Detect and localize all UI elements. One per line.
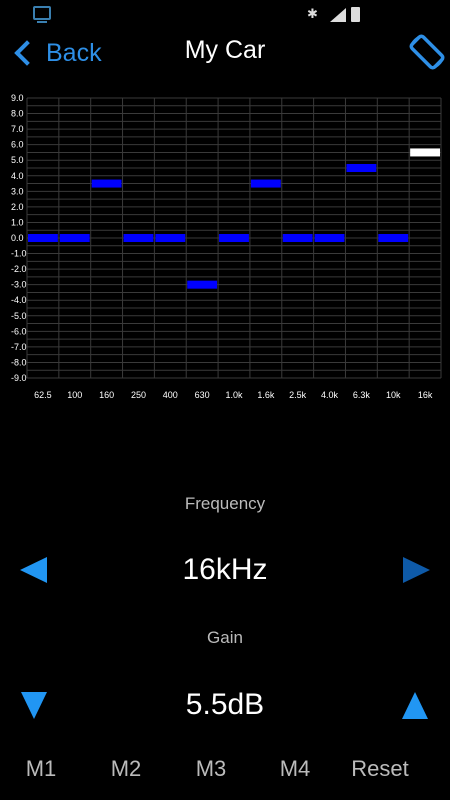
preset-m3-button[interactable]: M3	[176, 756, 246, 782]
y-tick-label: -3.0	[11, 280, 27, 290]
gain-value: 5.5dB	[185, 688, 265, 721]
y-tick-label: 8.0	[11, 109, 24, 119]
x-tick-label: 6.3k	[353, 390, 371, 400]
y-tick-label: 3.0	[11, 186, 24, 196]
y-tick-label: -1.0	[11, 249, 27, 259]
y-tick-label: -6.0	[11, 326, 27, 336]
monitor-icon	[33, 6, 51, 23]
eq-chart[interactable]: 9.0 8.0 7.0 6.0 5.0 4.0 3.0 2.0 1.0 0.0 -1.0 -2.0 -3…	[0, 76, 450, 410]
x-tick-label: 4.0k	[321, 390, 339, 400]
bluetooth-icon: ✱	[307, 6, 318, 21]
y-tick-label: 6.0	[11, 140, 24, 150]
eq-band-bar[interactable]	[59, 234, 90, 242]
y-tick-label: -5.0	[11, 311, 27, 321]
frequency-value: 16kHz	[182, 553, 268, 586]
reset-button[interactable]: Reset	[345, 756, 415, 782]
y-tick-label: 1.0	[11, 217, 24, 227]
eq-band-bar[interactable]	[28, 234, 58, 242]
page-title: My Car	[184, 36, 266, 64]
x-tick-label: 100	[67, 390, 82, 400]
eq-band-bar[interactable]	[250, 179, 281, 188]
y-tick-label: -8.0	[11, 357, 27, 367]
eq-band-bar[interactable]	[410, 148, 440, 157]
y-tick-label: 2.0	[11, 202, 24, 212]
preset-m2-button[interactable]: M2	[91, 756, 161, 782]
signal-icon	[330, 8, 346, 22]
x-tick-label: 400	[163, 390, 178, 400]
frequency-increase-button[interactable]	[403, 557, 430, 583]
x-tick-label: 2.5k	[289, 390, 307, 400]
y-tick-label: 7.0	[11, 124, 24, 134]
y-tick-label: 9.0	[11, 93, 24, 103]
y-tick-label: -2.0	[11, 264, 27, 274]
preset-m1-button[interactable]: M1	[6, 756, 76, 782]
y-tick-label: 4.0	[11, 171, 24, 181]
x-tick-label: 1.0k	[225, 390, 243, 400]
eq-band-bar[interactable]	[219, 234, 249, 242]
preset-bar: M1 M2 M3 M4 Reset	[0, 756, 450, 792]
x-tick-label: 630	[195, 390, 210, 400]
frequency-label: Frequency	[184, 494, 266, 513]
gain-increase-button[interactable]	[402, 692, 428, 719]
eq-band-bar[interactable]	[155, 234, 186, 242]
eq-band-bar[interactable]	[314, 234, 345, 242]
eq-band-bar[interactable]	[378, 234, 409, 242]
y-tick-label: 5.0	[11, 155, 24, 165]
eq-band-bar[interactable]	[282, 234, 313, 242]
gain-label: Gain	[207, 628, 243, 647]
x-tick-label: 10k	[386, 390, 401, 400]
y-tick-label: -9.0	[11, 373, 27, 383]
battery-icon	[351, 7, 360, 22]
eq-band-bar[interactable]	[123, 234, 154, 242]
header: Back My Car	[0, 30, 450, 76]
preset-m4-button[interactable]: M4	[260, 756, 330, 782]
x-tick-label: 16k	[418, 390, 433, 400]
eq-band-bar[interactable]	[187, 280, 218, 289]
eq-band-bar[interactable]	[91, 179, 122, 188]
y-tick-label: 0.0	[11, 233, 24, 243]
y-tick-label: -4.0	[11, 295, 27, 305]
eq-band-bar[interactable]	[346, 164, 377, 172]
status-bar: ✱	[0, 0, 450, 30]
x-tick-label: 1.6k	[257, 390, 275, 400]
x-tick-label: 160	[99, 390, 114, 400]
x-tick-label: 250	[131, 390, 146, 400]
y-tick-label: -7.0	[11, 342, 27, 352]
x-tick-label: 62.5	[34, 390, 52, 400]
screen-rotation-icon[interactable]	[405, 30, 449, 74]
